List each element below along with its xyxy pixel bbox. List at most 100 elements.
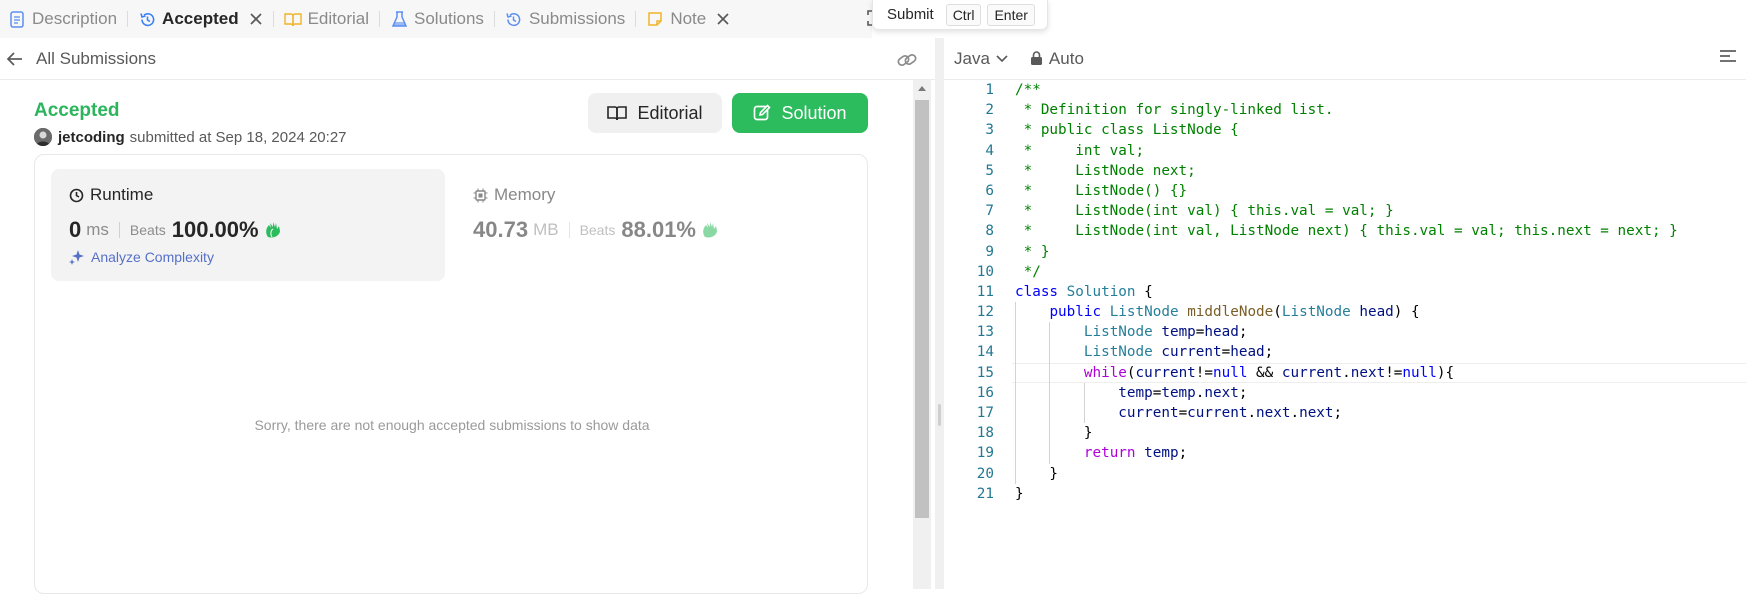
code-line[interactable]: 17 current=current.next.next; [944, 403, 1746, 423]
clock-icon [69, 188, 84, 203]
indent-guide [1015, 302, 1016, 484]
resize-grip[interactable] [938, 404, 941, 426]
submission-panel: All Submissions Accepted jetcoding submi… [0, 38, 935, 594]
tab-submissions[interactable]: Submissions [497, 0, 633, 38]
tab-solutions[interactable]: Solutions [382, 0, 492, 38]
code-area[interactable]: 1 /** 2 * Definition for singly-linked lis… [944, 80, 1746, 504]
indent-guide [1049, 322, 1051, 464]
language-selector[interactable]: Java [954, 49, 1008, 69]
chip-icon [473, 188, 488, 203]
tab-label: Description [32, 9, 118, 28]
code-line[interactable]: 9 * } [944, 242, 1746, 262]
mode-label: Auto [1048, 48, 1084, 68]
code-text: } [1015, 485, 1024, 502]
line-number: 5 [985, 162, 994, 179]
code-line[interactable]: 10 */ [944, 262, 1746, 282]
code-line[interactable]: 15 while(current!=null && current.next!=… [944, 362, 1746, 383]
tab-label: Submissions [528, 9, 626, 28]
language-label: Java [954, 48, 990, 68]
memory-values: 40.73 MB Beats 88.01% [473, 217, 721, 243]
line-number: 21 [976, 485, 994, 502]
memory-beats-value: 88.01% [621, 217, 696, 242]
close-icon[interactable] [716, 12, 730, 26]
line-number: 20 [976, 465, 994, 482]
line-number: 7 [985, 203, 994, 220]
link-icon[interactable] [896, 49, 918, 71]
code-line[interactable]: 7 * ListNode(int val) { this.val = val; … [944, 201, 1746, 221]
code-line[interactable]: 21} [944, 484, 1746, 504]
code-text: class Solution { [1015, 283, 1153, 300]
code-line[interactable]: 16 temp=temp.next; [944, 383, 1746, 403]
code-line[interactable]: 18 } [944, 423, 1746, 443]
panel-resize-handle[interactable] [935, 38, 944, 589]
flask-icon [390, 10, 408, 28]
line-number: 15 [976, 364, 994, 381]
tab-divider [379, 11, 380, 27]
auto-mode-toggle[interactable]: Auto [1030, 49, 1084, 69]
code-line[interactable]: 14 ListNode current=head; [944, 342, 1746, 362]
line-number: 19 [976, 445, 994, 462]
analyze-complexity-link[interactable]: Analyze Complexity [69, 249, 214, 265]
beats-label: Beats [129, 222, 166, 238]
tab-description[interactable]: Description [0, 0, 125, 38]
scrollbar[interactable] [913, 80, 931, 589]
solution-button[interactable]: Solution [732, 93, 868, 133]
tooltip-label: Submit [887, 6, 934, 23]
code-text: * Definition for singly-linked list. [1015, 102, 1334, 119]
menu-icon[interactable] [1719, 49, 1737, 67]
tab-label: Accepted [162, 9, 239, 28]
code-line[interactable]: 8 * ListNode(int val, ListNode next) { t… [944, 221, 1746, 241]
runtime-panel[interactable]: Runtime 0 ms Beats 100.00% Analyze Compl… [51, 169, 445, 281]
runtime-value: 0 [69, 217, 82, 242]
memory-panel[interactable]: Memory 40.73 MB Beats 88.01% [455, 169, 849, 281]
solution-button-label: Solution [781, 102, 847, 123]
code-line[interactable]: 19 return temp; [944, 443, 1746, 463]
tab-accepted[interactable]: Accepted [130, 0, 271, 38]
runtime-unit: ms [86, 220, 109, 239]
code-text: * } [1015, 243, 1050, 260]
editorial-button-label: Editorial [637, 102, 703, 123]
description-icon [8, 10, 26, 28]
beats-label: Beats [579, 222, 616, 238]
editor-toolbar: Java Auto [944, 38, 1746, 80]
chevron-down-icon [996, 54, 1008, 63]
history-icon [138, 10, 156, 28]
scroll-up-arrow-icon[interactable] [918, 86, 926, 91]
lock-icon [1030, 51, 1043, 66]
code-line[interactable]: 5 * ListNode next; [944, 161, 1746, 181]
shortcut-key: Ctrl [945, 3, 982, 26]
submitted-time: submitted at Sep 18, 2024 20:27 [129, 128, 347, 146]
code-line[interactable]: 11 class Solution { [944, 282, 1746, 302]
username-link[interactable]: jetcoding [58, 129, 125, 146]
avatar[interactable] [34, 128, 52, 146]
line-number: 13 [976, 324, 994, 341]
runtime-values: 0 ms Beats 100.00% [69, 217, 284, 243]
back-arrow-icon[interactable] [6, 50, 24, 68]
tab-divider [493, 11, 495, 27]
runtime-beats-value: 100.00% [171, 217, 259, 242]
code-line[interactable]: 3 * public class ListNode { [944, 120, 1746, 140]
code-line[interactable]: 6 * ListNode() {} [944, 181, 1746, 201]
code-line[interactable]: 20 } [944, 464, 1746, 484]
code-line[interactable]: 4 * int val; [944, 141, 1746, 161]
tab-label: Solutions [414, 9, 484, 28]
code-text: * public class ListNode { [1015, 122, 1239, 139]
value-divider [118, 222, 120, 238]
all-submissions-link[interactable]: All Submissions [36, 49, 156, 69]
tab-note[interactable]: Note [638, 0, 738, 38]
indent-guide [1083, 383, 1085, 424]
line-number: 17 [976, 405, 994, 421]
code-line[interactable]: 1 /** [944, 80, 1746, 100]
runtime-header: Runtime [69, 185, 153, 205]
code-text: */ [1015, 263, 1041, 280]
code-line[interactable]: 2 * Definition for singly-linked list. [944, 100, 1746, 120]
close-icon[interactable] [249, 12, 263, 26]
tab-divider [127, 11, 129, 27]
code-line[interactable]: 13 ListNode temp=head; [944, 322, 1746, 342]
tab-editorial[interactable]: Editorial [276, 0, 377, 38]
code-line[interactable]: 12 public ListNode middleNode(ListNode h… [944, 302, 1746, 322]
editorial-button[interactable]: Editorial [588, 93, 722, 133]
tab-label: Editorial [307, 9, 369, 28]
code-text: * ListNode next; [1015, 162, 1196, 179]
scrollbar-thumb[interactable] [915, 100, 929, 518]
